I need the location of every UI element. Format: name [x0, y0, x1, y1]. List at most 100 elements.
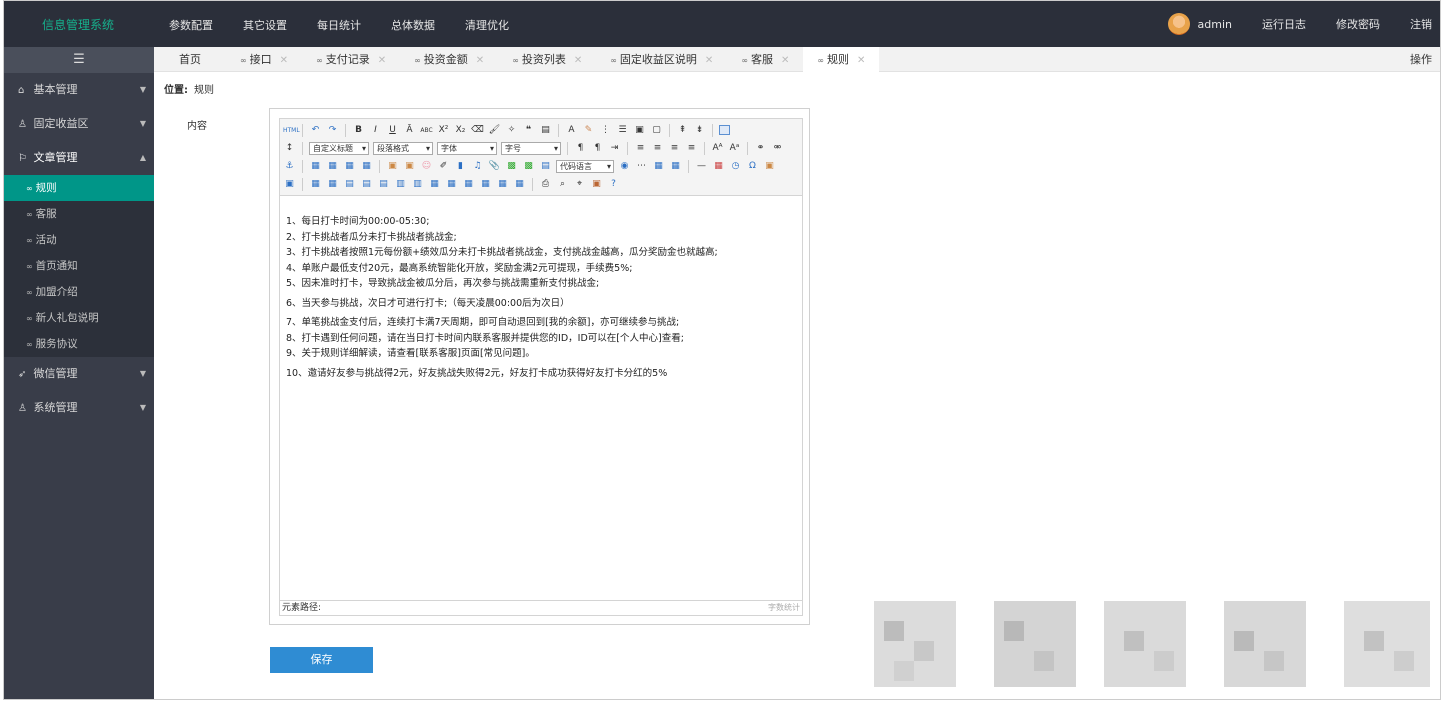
- template-icon[interactable]: ◉: [618, 160, 631, 173]
- save-button[interactable]: 保存: [270, 647, 373, 673]
- user-menu[interactable]: admin: [1167, 13, 1232, 35]
- snapscreen-icon[interactable]: ▣: [763, 160, 776, 173]
- preview-icon[interactable]: ⌕: [556, 178, 569, 191]
- delete-table-icon[interactable]: ▦: [326, 178, 339, 191]
- html-source-icon[interactable]: HTML: [283, 124, 300, 137]
- merge-down-icon[interactable]: ▦: [462, 178, 475, 191]
- align-right-icon[interactable]: ≡: [668, 142, 681, 155]
- insert-row-icon[interactable]: ▤: [360, 178, 373, 191]
- horizontal-rule-icon[interactable]: —: [695, 160, 708, 173]
- gmap-icon[interactable]: ▩: [522, 160, 535, 173]
- unlink-icon[interactable]: ⚮: [771, 142, 784, 155]
- sidebar-item-service[interactable]: ∞ 客服: [4, 201, 154, 227]
- close-icon[interactable]: ✕: [378, 55, 386, 66]
- simple-upload-icon[interactable]: ▣: [386, 160, 399, 173]
- map-icon[interactable]: ▩: [505, 160, 518, 173]
- ltr-icon[interactable]: ¶: [574, 142, 587, 155]
- search-replace-icon[interactable]: ⌖: [573, 178, 586, 191]
- redo-icon[interactable]: ↷: [326, 124, 339, 137]
- highlight-icon[interactable]: ✎: [582, 124, 595, 137]
- tab-payment-records[interactable]: ∞ 支付记录 ✕: [302, 47, 400, 72]
- sidebar-item-activity[interactable]: ∞ 活动: [4, 227, 154, 253]
- split-cells-icon[interactable]: ▦: [479, 178, 492, 191]
- emotion-icon[interactable]: ☺: [420, 160, 433, 173]
- sidebar-item-join-intro[interactable]: ∞ 加盟介绍: [4, 279, 154, 305]
- insert-table-icon[interactable]: ▦: [309, 178, 322, 191]
- delete-row-icon[interactable]: ▤: [377, 178, 390, 191]
- row-spacing-bottom-icon[interactable]: ⇟: [693, 124, 706, 137]
- undo-icon[interactable]: ↶: [309, 124, 322, 137]
- bold-icon[interactable]: B: [352, 124, 365, 137]
- wordimage-icon[interactable]: ▣: [283, 178, 296, 191]
- logout-link[interactable]: 注销: [1410, 16, 1432, 32]
- merge-cells-icon[interactable]: ▦: [428, 178, 441, 191]
- sidebar-item-service-agreement[interactable]: ∞ 服务协议: [4, 331, 154, 357]
- tab-rules[interactable]: ∞ 规则 ✕: [803, 47, 880, 72]
- delete-col-icon[interactable]: ▥: [411, 178, 424, 191]
- rtl-icon[interactable]: ¶: [591, 142, 604, 155]
- format-painter-icon[interactable]: 🖌: [488, 124, 501, 137]
- align-center-icon[interactable]: ≡: [651, 142, 664, 155]
- uppercase-icon[interactable]: Aᴬ: [711, 142, 724, 155]
- anchor-icon[interactable]: ⚓: [283, 160, 296, 173]
- line-height-icon[interactable]: ↕: [283, 142, 296, 155]
- help-icon[interactable]: ?: [607, 178, 620, 191]
- unordered-list-icon[interactable]: ☰: [616, 124, 629, 137]
- subscript-icon[interactable]: X₂: [454, 124, 467, 137]
- drafts-icon[interactable]: ▣: [590, 178, 603, 191]
- editor-content[interactable]: 1、每日打卡时间为00:00-05:30; 2、打卡挑战者瓜分未打卡挑战者挑战金…: [286, 214, 796, 381]
- clear-doc-icon[interactable]: ▢: [650, 124, 663, 137]
- background-icon[interactable]: ▦: [652, 160, 665, 173]
- sidebar-group-wechat[interactable]: ➶ 微信管理 ▼: [4, 357, 154, 391]
- row-spacing-top-icon[interactable]: ⇞: [676, 124, 689, 137]
- insert-col-icon[interactable]: ▥: [394, 178, 407, 191]
- underline-icon[interactable]: U: [386, 124, 399, 137]
- align-justify-icon[interactable]: ≡: [685, 142, 698, 155]
- ordered-list-icon[interactable]: ⋮: [599, 124, 612, 137]
- special-chars-icon[interactable]: Ω: [746, 160, 759, 173]
- split-cols-icon[interactable]: ▦: [513, 178, 526, 191]
- sidebar-item-newbie-gift[interactable]: ∞ 新人礼包说明: [4, 305, 154, 331]
- time-icon[interactable]: ◷: [729, 160, 742, 173]
- top-nav-other-settings[interactable]: 其它设置: [243, 17, 287, 33]
- change-password-link[interactable]: 修改密码: [1336, 16, 1380, 32]
- italic-icon[interactable]: I: [369, 124, 382, 137]
- close-icon[interactable]: ✕: [705, 55, 713, 66]
- print-icon[interactable]: ⎙: [539, 178, 552, 191]
- top-nav-cleanup[interactable]: 清理优化: [465, 17, 509, 33]
- close-icon[interactable]: ✕: [574, 55, 582, 66]
- insert-table-icon[interactable]: ▦: [669, 160, 682, 173]
- sidebar-item-home-notice[interactable]: ∞ 首页通知: [4, 253, 154, 279]
- tab-fixed-income-desc[interactable]: ∞ 固定收益区说明 ✕: [596, 47, 727, 72]
- top-nav-daily-stats[interactable]: 每日统计: [317, 17, 361, 33]
- paragraph-select[interactable]: 段落格式: [373, 141, 433, 155]
- scrawl-icon[interactable]: ✐: [437, 160, 450, 173]
- paste-plain-icon[interactable]: ▤: [539, 124, 552, 137]
- sidebar-group-system[interactable]: ♙ 系统管理 ▼: [4, 391, 154, 425]
- strikethrough-icon[interactable]: ABC: [420, 124, 433, 137]
- close-icon[interactable]: ✕: [476, 55, 484, 66]
- font-color-icon[interactable]: A: [565, 124, 578, 137]
- merge-right-icon[interactable]: ▦: [445, 178, 458, 191]
- split-rows-icon[interactable]: ▦: [496, 178, 509, 191]
- align-left-icon[interactable]: ≡: [634, 142, 647, 155]
- top-nav-overall-data[interactable]: 总体数据: [391, 17, 435, 33]
- code-language-select[interactable]: 代码语言: [556, 159, 614, 173]
- sidebar-group-basic[interactable]: ⌂ 基本管理 ▼: [4, 73, 154, 107]
- close-icon[interactable]: ✕: [857, 55, 865, 66]
- lowercase-icon[interactable]: Aᵃ: [728, 142, 741, 155]
- font-border-icon[interactable]: Ā: [403, 124, 416, 137]
- tab-service[interactable]: ∞ 客服 ✕: [727, 47, 803, 72]
- sidebar-item-rules[interactable]: ∞ 规则: [4, 175, 154, 201]
- close-icon[interactable]: ✕: [781, 55, 789, 66]
- heading-select[interactable]: 自定义标题: [309, 141, 369, 155]
- sidebar-group-articles[interactable]: ⚐ 文章管理 ▲: [4, 141, 154, 175]
- tab-investment-amount[interactable]: ∞ 投资金额 ✕: [400, 47, 498, 72]
- blockquote-icon[interactable]: ❝: [522, 124, 535, 137]
- tab-investment-list[interactable]: ∞ 投资列表 ✕: [498, 47, 596, 72]
- insert-paragraph-before-table-icon[interactable]: ▤: [343, 178, 356, 191]
- font-size-select[interactable]: 字号: [501, 141, 561, 155]
- image-none-icon[interactable]: ▦: [309, 160, 322, 173]
- date-icon[interactable]: ▦: [712, 160, 725, 173]
- image-center-icon[interactable]: ▦: [360, 160, 373, 173]
